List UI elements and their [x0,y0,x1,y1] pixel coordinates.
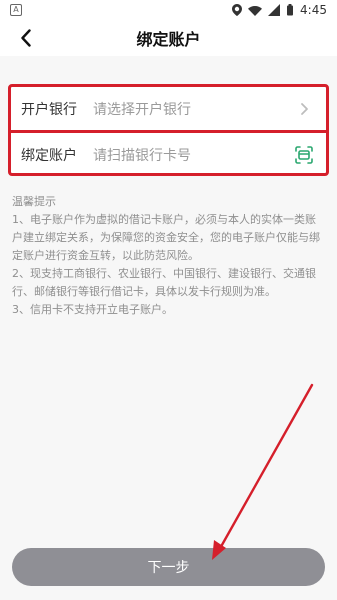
bank-label: 开户银行 [21,101,77,118]
bind-account-form: 开户银行 请选择开户银行 绑定账户 请扫描银行卡号 [8,84,329,176]
bank-selector-row[interactable]: 开户银行 请选择开户银行 [11,87,326,130]
battery-icon [286,4,294,16]
scan-card-icon [294,145,314,165]
tip-item-2: 2、现支持工商银行、农业银行、中国银行、建设银行、交通银行、邮储银行等银行借记卡… [12,267,316,298]
location-icon [232,4,243,16]
account-label: 绑定账户 [21,147,77,164]
tip-item-3: 3、信用卡不支持开立电子账户。 [12,303,173,316]
account-row[interactable]: 绑定账户 请扫描银行卡号 [11,133,326,176]
tip-item-1: 1、电子账户作为虚拟的借记卡账户，必须与本人的实体一类账户建立绑定关系，为保障您… [12,213,320,262]
chevron-left-icon [20,29,32,47]
status-left: A [10,4,22,16]
chevron-right-icon [299,102,309,116]
tips-section: 温馨提示 1、电子账户作为虚拟的借记卡账户，必须与本人的实体一类账户建立绑定关系… [12,193,325,319]
bank-placeholder: 请选择开户银行 [93,101,191,118]
tips-title: 温馨提示 [12,195,56,208]
status-right: 4:45 [232,3,327,17]
wifi-icon [248,4,263,16]
top-bar: 绑定账户 [0,20,337,56]
scan-card-button[interactable] [292,143,316,167]
status-bar: A 4:45 [0,0,337,20]
signal-icon [268,4,281,16]
back-button[interactable] [12,24,40,52]
bank-chevron [292,97,316,121]
next-button[interactable]: 下一步 [12,548,325,586]
notification-badge: A [10,4,22,16]
clock: 4:45 [300,3,327,17]
page-title: 绑定账户 [136,30,201,49]
account-placeholder: 请扫描银行卡号 [93,147,191,164]
